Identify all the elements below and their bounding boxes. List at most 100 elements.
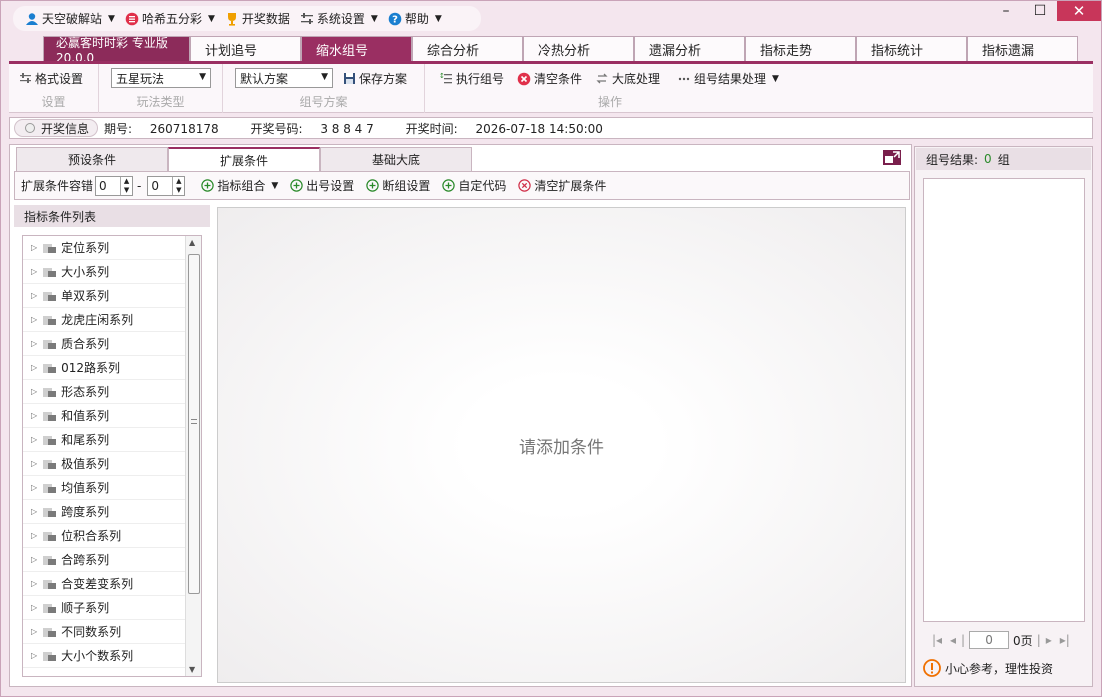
result-process-button[interactable]: 组号结果处理 ▼ [677, 70, 779, 87]
group-label: 设置 [41, 95, 66, 109]
stepper-arrows-icon[interactable]: ▲ ▼ [172, 176, 184, 195]
tab-trend[interactable]: 指标走势 [745, 36, 856, 62]
result-list[interactable] [923, 178, 1085, 622]
list-item[interactable]: ▷ 和尾系列 [23, 428, 185, 452]
expand-arrow-icon[interactable]: ▷ [31, 315, 37, 324]
format-settings-button[interactable]: 格式设置 [19, 70, 83, 87]
list-item[interactable]: ▷ 极值系列 [23, 452, 185, 476]
last-page-icon[interactable]: ▸| [1057, 633, 1073, 647]
tolerance-min-stepper[interactable]: 0 ▲ ▼ [95, 175, 134, 196]
list-item[interactable]: ▷ 均值系列 [23, 476, 185, 500]
tab-omission[interactable]: 遗漏分析 [634, 36, 745, 62]
tab-preset-conditions[interactable]: 预设条件 [16, 147, 168, 171]
folder-icon [43, 650, 57, 662]
maximize-button[interactable]: ☐ [1023, 1, 1057, 21]
menu-draw-data[interactable]: 开奖数据 [225, 10, 290, 27]
playtype-select[interactable]: 五星玩法 ▼ [111, 68, 211, 88]
expand-arrow-icon[interactable]: ▷ [31, 363, 37, 372]
tab-extended-conditions[interactable]: 扩展条件 [168, 147, 320, 171]
save-scheme-button[interactable]: 保存方案 [343, 70, 407, 87]
list-item[interactable]: ▷ 大小系列 [23, 260, 185, 284]
tab-base-number[interactable]: 基础大底 [320, 147, 472, 171]
base-process-button[interactable]: 大底处理 [595, 70, 660, 87]
list-item[interactable]: ▷ 位积合系列 [23, 524, 185, 548]
custom-code-button[interactable]: 自定代码 [442, 177, 506, 194]
output-setting-button[interactable]: 出号设置 [290, 177, 354, 194]
expand-icon[interactable] [883, 150, 901, 165]
tab-stats[interactable]: 指标统计 [856, 36, 967, 62]
prev-page-icon[interactable]: ◂ [945, 633, 961, 647]
expand-arrow-icon[interactable]: ▷ [31, 507, 37, 516]
menu-site[interactable]: 天空破解站 ▼ [25, 10, 115, 27]
draw-info-button[interactable]: 开奖信息 [14, 119, 99, 137]
page-total: 0页 [1013, 633, 1033, 648]
list-item[interactable]: ▷ 质合系列 [23, 332, 185, 356]
menu-settings[interactable]: 系统设置 ▼ [300, 10, 378, 27]
list-item[interactable]: ▷ 012路系列 [23, 356, 185, 380]
expand-arrow-icon[interactable]: ▷ [31, 291, 37, 300]
clear-conditions-button[interactable]: 清空条件 [517, 70, 582, 87]
tab-plan[interactable]: 计划追号 [190, 36, 301, 62]
folder-icon [43, 506, 57, 518]
scheme-select[interactable]: 默认方案 ▼ [235, 68, 333, 88]
tolerance-label: 扩展条件容错 [21, 179, 94, 193]
list-item[interactable]: ▷ 龙虎庄闲系列 [23, 308, 185, 332]
list-item[interactable]: ▷ 和值系列 [23, 404, 185, 428]
folder-icon [43, 602, 57, 614]
break-setting-button[interactable]: 断组设置 [366, 177, 430, 194]
expand-arrow-icon[interactable]: ▷ [31, 435, 37, 444]
list-item[interactable]: ▷ 跨度系列 [23, 500, 185, 524]
list-item[interactable]: ▷ 顺子系列 [23, 596, 185, 620]
list-item[interactable]: ▷ 大小个数系列 [23, 644, 185, 668]
folder-icon [43, 554, 57, 566]
tab-comprehensive[interactable]: 综合分析 [412, 36, 523, 62]
tab-hotcold[interactable]: 冷热分析 [523, 36, 634, 62]
scroll-down-icon[interactable]: ▼ [189, 665, 195, 674]
expand-arrow-icon[interactable]: ▷ [31, 627, 37, 636]
minimize-button[interactable]: – [989, 1, 1023, 21]
tab-ind-omission[interactable]: 指标遗漏 [967, 36, 1078, 62]
menu-lottery[interactable]: 哈希五分彩 ▼ [125, 10, 215, 27]
stepper-arrows-icon[interactable]: ▲ ▼ [120, 176, 132, 195]
folder-icon [43, 266, 57, 278]
expand-arrow-icon[interactable]: ▷ [31, 339, 37, 348]
list-item[interactable]: ▷ 单双系列 [23, 284, 185, 308]
draw-info-text: 期号: 260718178 开奖号码: 3 8 8 4 7 开奖时间: 2026… [104, 121, 603, 136]
expand-arrow-icon[interactable]: ▷ [31, 603, 37, 612]
expand-arrow-icon[interactable]: ▷ [31, 411, 37, 420]
list-item[interactable]: ▷ 不同数系列 [23, 620, 185, 644]
list-item[interactable]: ▷ 合跨系列 [23, 548, 185, 572]
brand-label: 必赢客时时彩 专业版 20.0.0 [43, 36, 190, 65]
next-page-icon[interactable]: ▸ [1041, 633, 1057, 647]
tolerance-max-stepper[interactable]: 0 ▲ ▼ [147, 175, 186, 196]
expand-arrow-icon[interactable]: ▷ [31, 651, 37, 660]
condition-canvas[interactable]: 请添加条件 [217, 207, 906, 683]
page-input[interactable]: 0 [969, 631, 1010, 649]
expand-arrow-icon[interactable]: ▷ [31, 243, 37, 252]
expand-arrow-icon[interactable]: ▷ [31, 387, 37, 396]
expand-arrow-icon[interactable]: ▷ [31, 267, 37, 276]
expand-arrow-icon[interactable]: ▷ [31, 579, 37, 588]
list-item[interactable]: ▷ 形态系列 [23, 380, 185, 404]
clear-extended-button[interactable]: 清空扩展条件 [518, 177, 606, 194]
ribbon-toolbar: 格式设置 设置 五星玩法 ▼ 玩法类型 默认方案 ▼ 保存方案 组号方案 ↕ 执行组… [9, 64, 1093, 113]
tab-reduce[interactable]: 缩水组号 [301, 36, 412, 62]
expand-arrow-icon[interactable]: ▷ [31, 555, 37, 564]
expand-arrow-icon[interactable]: ▷ [31, 483, 37, 492]
sliders-icon [300, 12, 314, 26]
scrollbar[interactable]: ▲ ▼ [185, 236, 201, 676]
scroll-up-icon[interactable]: ▲ [189, 238, 195, 247]
list-item[interactable]: ▷ 合变差变系列 [23, 572, 185, 596]
execute-button[interactable]: ↕ 执行组号 [439, 70, 504, 87]
menu-help[interactable]: ? 帮助 ▼ [388, 10, 442, 27]
list-item[interactable]: ▷ 定位系列 [23, 236, 185, 260]
period-value: 260718178 [149, 121, 219, 136]
expand-arrow-icon[interactable]: ▷ [31, 459, 37, 468]
result-panel: 组号结果: 0 组 |◂ ◂ | 0 0页 | ▸ ▸| 小心参考，理性投资 [914, 146, 1093, 687]
ribbon-group-operation: ↕ 执行组号 清空条件 大底处理 组号结果处理 ▼ 操作 [425, 64, 795, 113]
first-page-icon[interactable]: |◂ [929, 633, 945, 647]
scroll-thumb[interactable] [188, 254, 200, 594]
expand-arrow-icon[interactable]: ▷ [31, 531, 37, 540]
indicator-combo-button[interactable]: 指标组合 ▼ [201, 177, 278, 194]
close-button[interactable]: ✕ [1057, 1, 1101, 21]
